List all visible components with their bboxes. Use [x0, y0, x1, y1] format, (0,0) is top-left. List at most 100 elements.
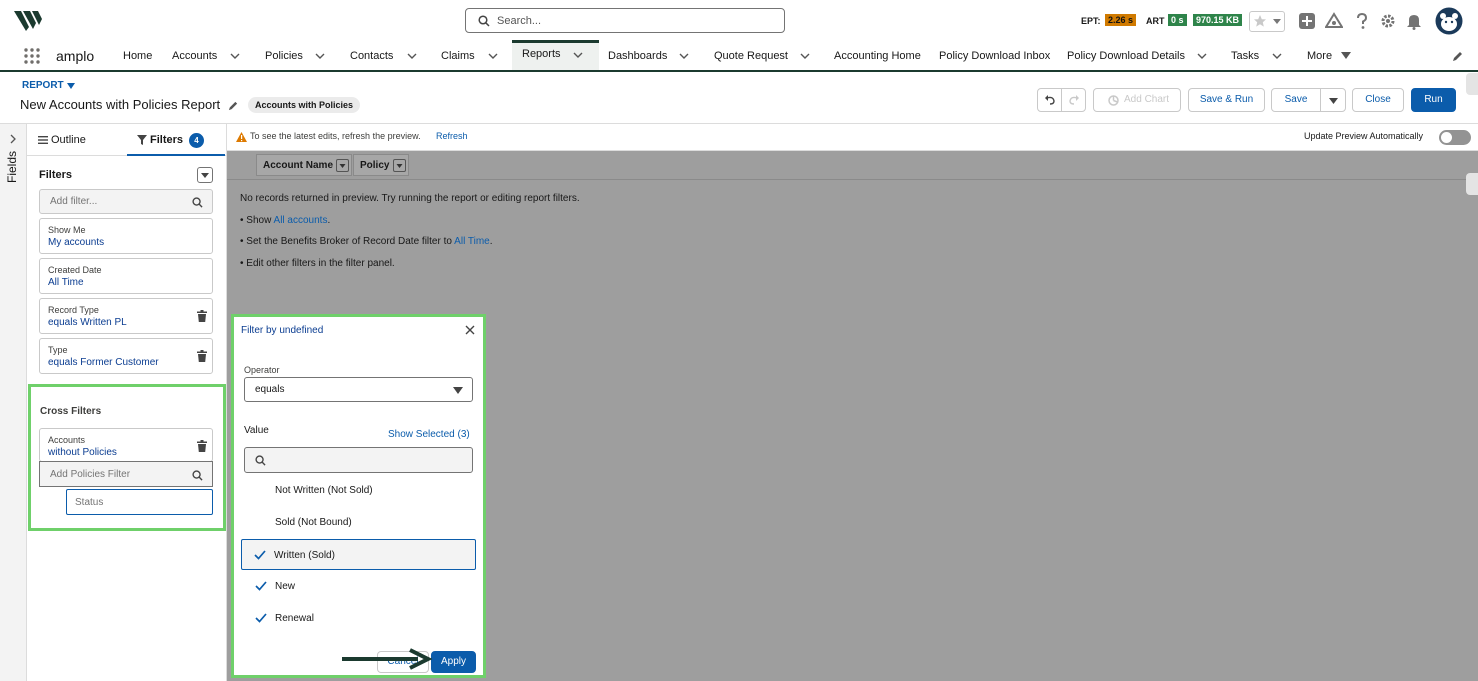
- hint-text: • Set the Benefits Broker of Record Date…: [240, 236, 455, 247]
- amplo-logo-icon[interactable]: [14, 9, 46, 33]
- status-filter-input[interactable]: Status: [66, 489, 213, 515]
- all-time-link[interactable]: All Time: [454, 236, 490, 247]
- nav-item-reports[interactable]: Reports: [522, 48, 561, 60]
- nav-item-accounts[interactable]: Accounts: [172, 42, 217, 70]
- tab-filters[interactable]: Filters 4: [127, 124, 225, 156]
- column-menu-icon[interactable]: [393, 159, 406, 172]
- search-icon: [478, 15, 490, 27]
- option-label: Written (Sold): [274, 550, 335, 561]
- column-menu-icon[interactable]: [336, 159, 349, 172]
- trash-icon[interactable]: [197, 350, 207, 362]
- save-menu-button[interactable]: [1320, 88, 1346, 112]
- refresh-link[interactable]: Refresh: [436, 131, 468, 141]
- option-sold-not-bound[interactable]: Sold (Not Bound): [243, 507, 475, 538]
- app-launcher-icon[interactable]: [24, 48, 40, 64]
- filter-card-type[interactable]: Type equals Former Customer: [39, 338, 213, 374]
- nav-item-quote-request[interactable]: Quote Request: [714, 42, 788, 70]
- nav-item-reports-active[interactable]: Reports: [512, 40, 599, 70]
- undo-icon: [1044, 94, 1056, 106]
- redo-button[interactable]: [1061, 88, 1086, 112]
- cross-filter-card[interactable]: Accounts without Policies: [39, 428, 213, 462]
- nav-item-home[interactable]: Home: [123, 42, 152, 70]
- filter-label: Type: [48, 345, 68, 355]
- fields-label[interactable]: Fields: [5, 151, 19, 183]
- show-selected-link[interactable]: Show Selected (3): [388, 429, 470, 440]
- side-panel-tab[interactable]: [1466, 173, 1478, 195]
- hint-text: • Show: [240, 215, 274, 226]
- tab-outline[interactable]: Outline: [35, 124, 111, 156]
- auto-update-toggle[interactable]: [1439, 130, 1471, 145]
- avatar[interactable]: [1435, 7, 1463, 35]
- favorites-chevron-icon[interactable]: [1272, 18, 1282, 26]
- run-button[interactable]: Run: [1411, 88, 1456, 112]
- chevron-down-icon[interactable]: [679, 51, 689, 61]
- caret-down-icon[interactable]: [67, 83, 75, 89]
- apply-button[interactable]: Apply: [431, 651, 476, 673]
- chevron-down-icon[interactable]: [1272, 51, 1282, 61]
- chevron-down-icon[interactable]: [407, 51, 417, 61]
- option-written-sold[interactable]: Written (Sold): [241, 539, 476, 570]
- save-run-button[interactable]: Save & Run: [1188, 88, 1265, 112]
- fields-rail[interactable]: Fields: [0, 124, 27, 681]
- help-icon[interactable]: [1354, 12, 1370, 30]
- nav-item-claims[interactable]: Claims: [441, 42, 475, 70]
- nav-item-policies[interactable]: Policies: [265, 42, 303, 70]
- chevron-down-icon[interactable]: [1197, 51, 1207, 61]
- chevron-down-icon[interactable]: [488, 51, 498, 61]
- column-header-account-name[interactable]: Account Name: [256, 154, 352, 176]
- value-label: Value: [244, 425, 269, 436]
- add-icon[interactable]: [1298, 12, 1316, 30]
- undo-button[interactable]: [1037, 88, 1062, 112]
- side-panel-tab[interactable]: [1466, 73, 1478, 95]
- trash-icon[interactable]: [197, 310, 207, 322]
- add-policies-filter-input[interactable]: Add Policies Filter: [39, 461, 213, 487]
- edit-nav-pencil-icon[interactable]: [1452, 50, 1464, 62]
- bell-icon[interactable]: [1406, 12, 1422, 30]
- chevron-down-icon[interactable]: [315, 51, 325, 61]
- filters-panel: Outline Filters 4 Filters Add filter... …: [27, 124, 227, 681]
- chevron-down-icon[interactable]: [573, 50, 583, 60]
- filter-card-show-me[interactable]: Show Me My accounts: [39, 218, 213, 254]
- filters-menu-button[interactable]: [197, 167, 213, 183]
- option-label: Renewal: [275, 613, 314, 624]
- global-search-input[interactable]: Search...: [465, 8, 785, 33]
- filter-value: All Time: [48, 277, 84, 288]
- trailhead-icon[interactable]: [1325, 12, 1343, 30]
- checkmark-icon: [255, 581, 267, 591]
- close-icon[interactable]: [465, 325, 475, 335]
- search-icon: [192, 470, 203, 481]
- filter-label: Record Type: [48, 305, 99, 315]
- add-policies-placeholder: Add Policies Filter: [50, 469, 131, 480]
- star-icon[interactable]: [1253, 14, 1267, 28]
- nav-item-contacts[interactable]: Contacts: [350, 42, 393, 70]
- chevron-down-icon[interactable]: [230, 51, 240, 61]
- chevron-right-icon[interactable]: [9, 134, 17, 144]
- nav-item-more[interactable]: More: [1307, 42, 1332, 70]
- add-chart-button[interactable]: Add Chart: [1093, 88, 1181, 112]
- nav-item-tasks[interactable]: Tasks: [1231, 42, 1259, 70]
- option-not-written[interactable]: Not Written (Not Sold): [243, 475, 475, 506]
- report-kicker[interactable]: REPORT: [22, 80, 64, 91]
- operator-select[interactable]: equals: [244, 377, 473, 402]
- chevron-down-icon[interactable]: [800, 51, 810, 61]
- filter-card-record-type[interactable]: Record Type equals Written PL: [39, 298, 213, 334]
- nav-item-policy-download-inbox[interactable]: Policy Download Inbox: [939, 42, 1050, 70]
- option-renewal[interactable]: Renewal: [243, 603, 475, 634]
- nav-item-dashboards[interactable]: Dashboards: [608, 42, 667, 70]
- add-filter-input[interactable]: Add filter...: [39, 189, 213, 214]
- close-button[interactable]: Close: [1352, 88, 1404, 112]
- gear-icon[interactable]: [1380, 13, 1396, 29]
- value-search-input[interactable]: [244, 447, 473, 473]
- pencil-icon[interactable]: [228, 100, 239, 111]
- trash-icon[interactable]: [197, 440, 207, 452]
- save-button[interactable]: Save: [1271, 88, 1321, 112]
- nav-item-policy-download-details[interactable]: Policy Download Details: [1067, 42, 1185, 70]
- all-accounts-link[interactable]: All accounts: [274, 215, 328, 226]
- no-records-message: No records returned in preview. Try runn…: [240, 193, 580, 204]
- option-new[interactable]: New: [243, 571, 475, 602]
- column-header-policy[interactable]: Policy: [353, 154, 409, 176]
- filter-card-created-date[interactable]: Created Date All Time: [39, 258, 213, 294]
- caret-down-icon: [1329, 98, 1338, 104]
- nav-item-accounting-home[interactable]: Accounting Home: [834, 42, 921, 70]
- caret-down-icon[interactable]: [1341, 52, 1351, 62]
